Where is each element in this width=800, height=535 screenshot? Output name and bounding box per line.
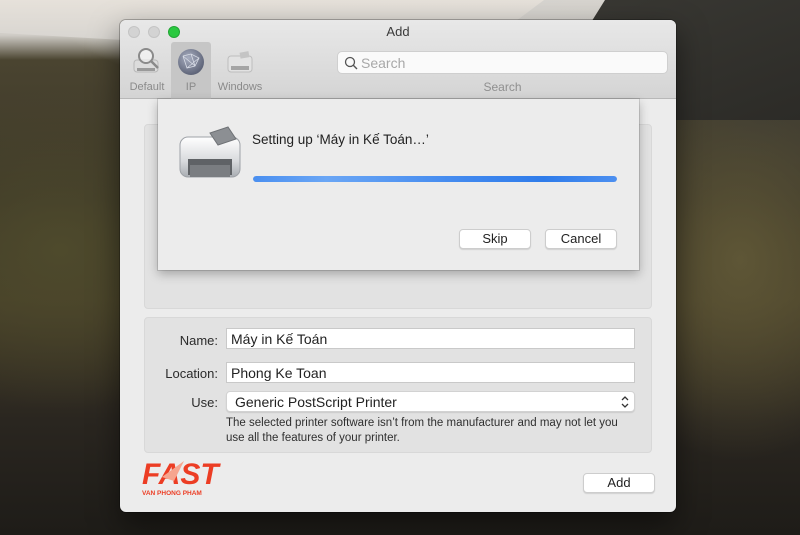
toolbar-ip-label: IP — [185, 81, 197, 93]
printer-icon — [179, 126, 241, 178]
toolbar-ip-button[interactable]: IP — [171, 42, 211, 99]
add-button[interactable]: Add — [583, 473, 655, 493]
name-label: Name: — [179, 333, 218, 348]
logo-subtext: VAN PHONG PHAM — [142, 490, 202, 497]
driver-warning-note: The selected printer software isn’t from… — [226, 417, 618, 444]
toolbar-windows-button[interactable]: Windows — [214, 42, 266, 99]
search-field[interactable] — [337, 51, 668, 74]
location-label: Location: — [165, 366, 218, 381]
chevron-up-down-icon — [621, 396, 629, 408]
setup-progress-bar — [253, 176, 617, 182]
location-field[interactable] — [226, 362, 635, 383]
titlebar: Add Default IP Windows Search Search — [120, 20, 676, 99]
search-icon — [344, 56, 358, 70]
toolbar-default-button[interactable]: Default — [126, 42, 168, 99]
toolbar-default-label: Default — [129, 81, 165, 93]
fast-logo: FAST VAN PHONG PHAM — [142, 458, 221, 497]
use-driver-value: Generic PostScript Printer — [235, 394, 397, 410]
search-input[interactable] — [361, 53, 661, 72]
setup-progress-sheet: Setting up ‘Máy in Kế Toán…’ Skip Cancel — [158, 99, 639, 270]
cancel-button[interactable]: Cancel — [545, 229, 617, 249]
search-caption: Search — [483, 80, 522, 94]
windows-printer-icon — [227, 51, 253, 73]
add-printer-window: Add Default IP Windows Search Search Nam… — [120, 20, 676, 512]
default-printer-search-icon — [133, 48, 159, 73]
toolbar-windows-label: Windows — [217, 81, 263, 93]
name-field[interactable] — [226, 328, 635, 349]
skip-button[interactable]: Skip — [459, 229, 531, 249]
use-label: Use: — [191, 395, 218, 410]
use-driver-select[interactable]: Generic PostScript Printer — [226, 391, 635, 412]
window-title: Add — [386, 24, 410, 39]
setup-message: Setting up ‘Máy in Kế Toán…’ — [252, 132, 429, 147]
setup-progress-fill — [253, 176, 617, 182]
globe-network-icon — [178, 49, 204, 75]
